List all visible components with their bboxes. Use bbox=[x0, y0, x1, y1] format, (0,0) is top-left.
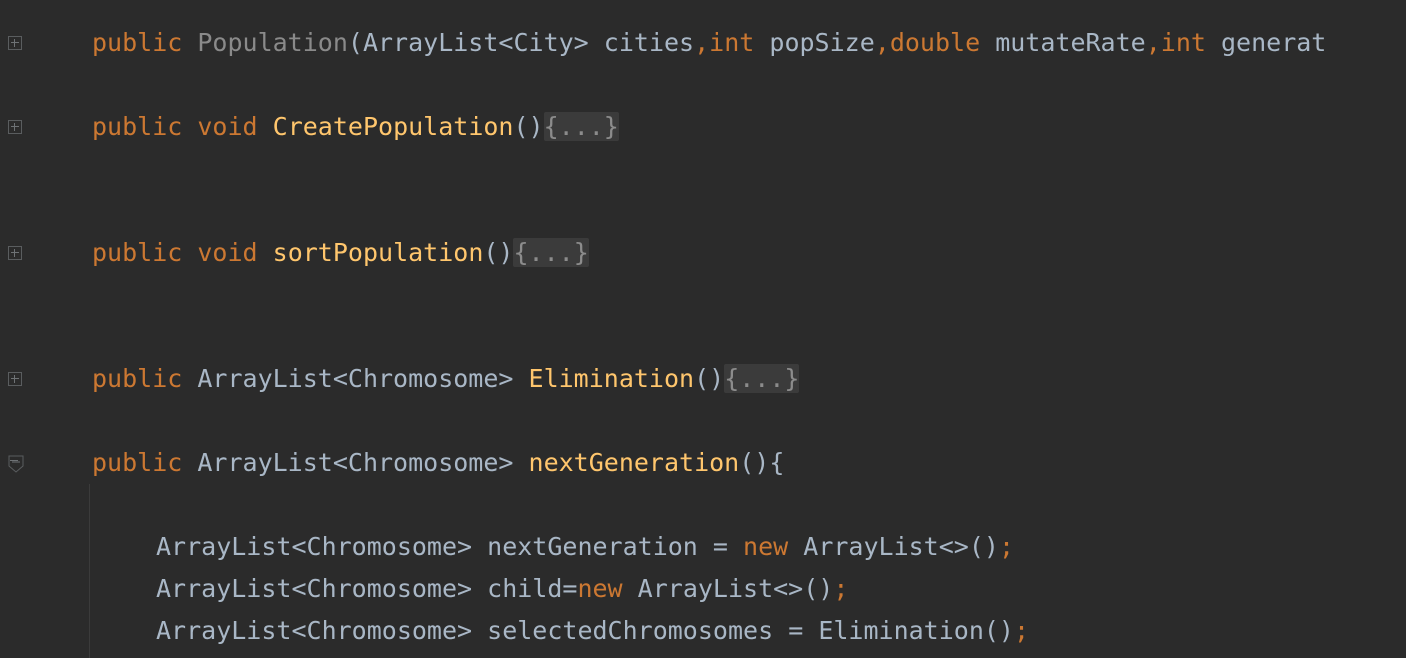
code-line-declaration[interactable]: ArrayList<Chromosome> nextGeneration = n… bbox=[156, 532, 1014, 562]
keyword: public bbox=[92, 238, 183, 267]
code-line-declaration[interactable]: ArrayList<Chromosome> child=new ArrayLis… bbox=[156, 574, 848, 604]
param-name: cities bbox=[603, 28, 695, 57]
code-line-constructor[interactable]: public Population(ArrayList<City> cities… bbox=[92, 28, 1326, 58]
method-name: nextGeneration bbox=[528, 448, 740, 477]
param-name: popSize bbox=[769, 28, 875, 57]
operator: = bbox=[788, 616, 804, 645]
keyword: void bbox=[197, 238, 258, 267]
fold-collapse-icon[interactable] bbox=[8, 455, 24, 473]
fold-expand-icon[interactable] bbox=[8, 36, 22, 50]
method-name: sortPopulation bbox=[272, 238, 484, 267]
variable-name: selectedChromosomes bbox=[487, 616, 774, 645]
expression: ArrayList<>() bbox=[803, 532, 999, 561]
type-name: ArrayList<Chromosome> bbox=[156, 532, 473, 561]
expression: Elimination() bbox=[818, 616, 1014, 645]
paren: ( bbox=[347, 28, 363, 57]
param-name: mutateRate bbox=[995, 28, 1146, 57]
code-line-create-population[interactable]: public void CreatePopulation(){...} bbox=[92, 112, 619, 142]
keyword: int bbox=[1160, 28, 1206, 57]
folded-block[interactable]: {...} bbox=[543, 112, 619, 141]
method-name: Elimination bbox=[528, 364, 695, 393]
keyword: double bbox=[889, 28, 981, 57]
expression: ArrayList<>() bbox=[637, 574, 834, 603]
code-line-sort-population[interactable]: public void sortPopulation(){...} bbox=[92, 238, 589, 268]
semicolon: ; bbox=[998, 532, 1014, 561]
keyword: void bbox=[197, 112, 258, 141]
operator: = bbox=[712, 532, 728, 561]
code-editor[interactable]: public Population(ArrayList<City> cities… bbox=[0, 0, 1406, 658]
fold-expand-icon[interactable] bbox=[8, 120, 22, 134]
parens: () bbox=[694, 364, 725, 393]
code-line-next-generation[interactable]: public ArrayList<Chromosome> nextGenerat… bbox=[92, 448, 784, 478]
parens: (){ bbox=[739, 448, 785, 477]
variable-name: child= bbox=[487, 574, 578, 603]
type-name: ArrayList<Chromosome> bbox=[156, 616, 473, 645]
comma: , bbox=[1145, 28, 1161, 57]
keyword: public bbox=[92, 448, 183, 477]
code-line-declaration[interactable]: ArrayList<Chromosome> selectedChromosome… bbox=[156, 616, 1029, 646]
comma: , bbox=[874, 28, 890, 57]
comma: , bbox=[694, 28, 710, 57]
keyword: new bbox=[743, 532, 789, 561]
type-name: ArrayList<City> bbox=[362, 28, 589, 57]
constructor-name: Population bbox=[197, 28, 348, 57]
keyword: int bbox=[709, 28, 755, 57]
parens: () bbox=[513, 112, 544, 141]
type-name: ArrayList<Chromosome> bbox=[197, 448, 514, 477]
folded-block[interactable]: {...} bbox=[513, 238, 589, 267]
semicolon: ; bbox=[1013, 616, 1030, 645]
folded-block[interactable]: {...} bbox=[724, 364, 800, 393]
keyword: public bbox=[92, 112, 183, 141]
fold-expand-icon[interactable] bbox=[8, 372, 22, 386]
editor-gutter bbox=[0, 0, 34, 658]
semicolon: ; bbox=[833, 574, 849, 603]
code-line-elimination[interactable]: public ArrayList<Chromosome> Elimination… bbox=[92, 364, 800, 394]
indent-guide bbox=[89, 484, 90, 658]
fold-expand-icon[interactable] bbox=[8, 246, 22, 260]
keyword: public bbox=[92, 364, 183, 393]
variable-name: nextGeneration bbox=[487, 532, 698, 561]
type-name: ArrayList<Chromosome> bbox=[156, 574, 473, 603]
keyword: new bbox=[577, 574, 623, 603]
type-name: ArrayList<Chromosome> bbox=[197, 364, 514, 393]
parens: () bbox=[483, 238, 514, 267]
method-name: CreatePopulation bbox=[272, 112, 514, 141]
param-name: generat bbox=[1220, 28, 1327, 57]
keyword: public bbox=[92, 28, 183, 57]
